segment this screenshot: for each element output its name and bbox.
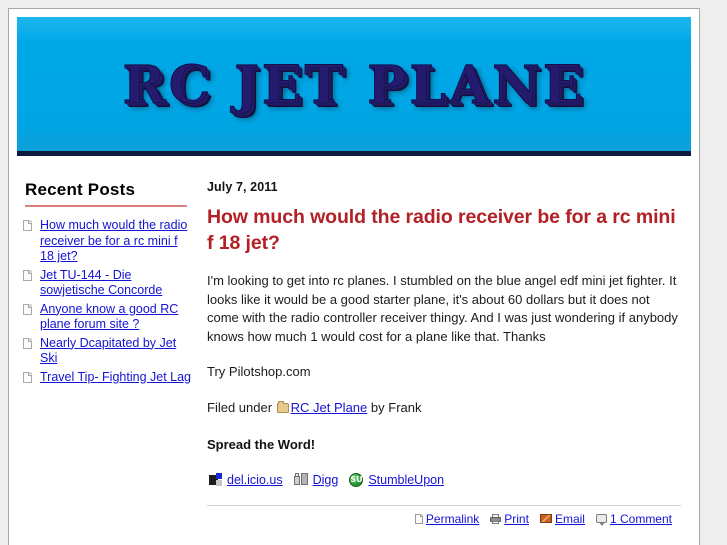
spread-the-word-heading: Spread the Word! xyxy=(207,436,316,452)
meta-item-email: Email xyxy=(539,512,592,526)
share-links-row: del.icio.us Digg SU StumbleUpon xyxy=(209,472,681,487)
share-link-digg[interactable]: Digg xyxy=(313,473,339,487)
meta-item-comments: 1 Comment xyxy=(595,512,679,526)
meta-item-permalink: Permalink xyxy=(414,512,486,526)
comment-bubble-icon xyxy=(595,514,607,526)
share-link-delicious[interactable]: del.icio.us xyxy=(227,473,283,487)
author-prefix: by xyxy=(370,399,385,415)
site-container: RC JET PLANE Recent Posts How much would… xyxy=(8,8,700,545)
sidebar-heading-recent-posts: Recent Posts xyxy=(25,180,136,199)
document-icon xyxy=(23,371,32,383)
permalink-link[interactable]: Permalink xyxy=(426,512,479,526)
share-link-stumbleupon[interactable]: StumbleUpon xyxy=(368,473,444,487)
document-icon xyxy=(23,220,32,231)
list-item: Nearly Dcapitated by Jet Ski xyxy=(21,336,191,367)
filed-under-label: Filed under xyxy=(207,399,273,415)
post-date: July 7, 2011 xyxy=(207,180,278,194)
sidebar-item-link[interactable]: Jet TU-144 - Die sowjetische Concorde xyxy=(40,268,162,298)
site-header-banner: RC JET PLANE xyxy=(17,17,691,156)
document-icon xyxy=(23,303,32,315)
post-paragraph: I'm looking to get into rc planes. I stu… xyxy=(207,273,678,344)
list-item: How much would the radio receiver be for… xyxy=(21,218,191,265)
printer-icon xyxy=(490,513,502,524)
document-icon xyxy=(23,337,32,349)
page-root: RC JET PLANE Recent Posts How much would… xyxy=(0,0,727,545)
post-title[interactable]: How much would the radio receiver be for… xyxy=(207,204,681,256)
print-link[interactable]: Print xyxy=(504,512,529,526)
author-name: Frank xyxy=(388,399,422,415)
filed-under-line: Filed under RC Jet Plane by Frank xyxy=(207,399,681,417)
post-meta-divider xyxy=(207,504,681,506)
post-meta-row: Permalink Print Email 1 Comment xyxy=(207,512,681,526)
email-link[interactable]: Email xyxy=(555,512,585,526)
post-paragraph: Try Pilotshop.com xyxy=(207,364,311,379)
site-title: RC JET PLANE xyxy=(122,55,586,117)
list-item: Jet TU-144 - Die sowjetische Concorde xyxy=(21,268,191,299)
list-item: Travel Tip- Fighting Jet Lag xyxy=(21,370,191,386)
folder-icon xyxy=(276,400,289,413)
document-icon xyxy=(23,269,32,281)
comments-link[interactable]: 1 Comment xyxy=(610,512,672,526)
sidebar-item-link[interactable]: Nearly Dcapitated by Jet Ski xyxy=(40,336,176,366)
stumbleupon-icon: SU xyxy=(349,472,364,487)
sidebar-item-link[interactable]: Anyone know a good RC plane forum site ? xyxy=(40,302,178,332)
main-content: July 7, 2011 How much would the radio re… xyxy=(199,180,687,545)
list-item: Anyone know a good RC plane forum site ? xyxy=(21,302,191,333)
digg-icon xyxy=(293,473,308,486)
sidebar-item-link[interactable]: How much would the radio receiver be for… xyxy=(40,218,187,263)
sidebar-item-link[interactable]: Travel Tip- Fighting Jet Lag xyxy=(40,370,191,384)
envelope-icon xyxy=(539,514,552,523)
recent-posts-list: How much would the radio receiver be for… xyxy=(21,218,191,385)
sidebar: Recent Posts How much would the radio re… xyxy=(21,180,199,388)
delicious-icon xyxy=(209,473,222,486)
body-columns: Recent Posts How much would the radio re… xyxy=(9,156,699,545)
post-body: I'm looking to get into rc planes. I stu… xyxy=(207,272,681,382)
category-link[interactable]: RC Jet Plane xyxy=(291,400,368,415)
sidebar-heading-rule xyxy=(25,205,187,207)
meta-item-print: Print xyxy=(490,512,536,526)
page-icon xyxy=(414,513,423,524)
